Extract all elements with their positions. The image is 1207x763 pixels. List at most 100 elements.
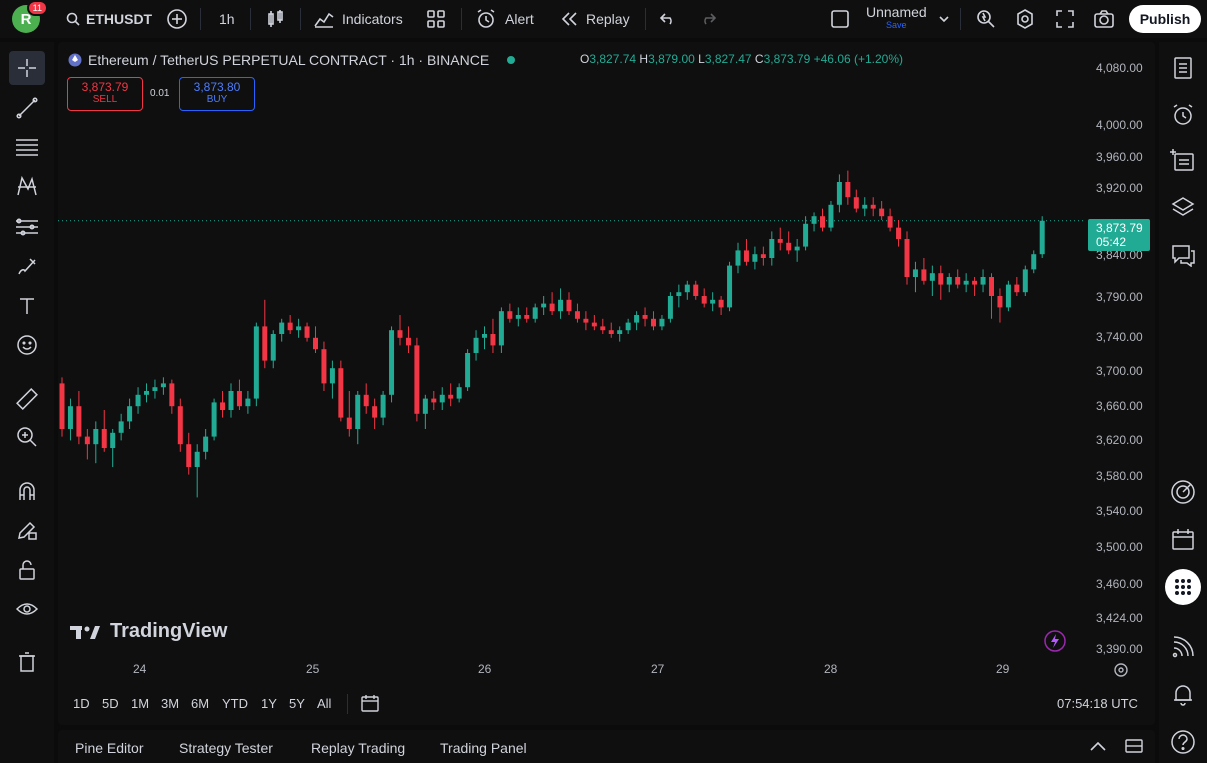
candle-body bbox=[177, 406, 183, 445]
tab-trading-panel[interactable]: Trading Panel bbox=[440, 740, 527, 756]
symbol-title[interactable]: Ethereum / TetherUS PERPETUAL CONTRACT ·… bbox=[88, 52, 489, 68]
collapse-panel-button[interactable] bbox=[1088, 738, 1108, 759]
candle-body bbox=[684, 284, 690, 293]
range-button-5y[interactable]: 5Y bbox=[289, 696, 305, 711]
products-button[interactable] bbox=[1165, 569, 1201, 605]
open-label: O bbox=[580, 52, 590, 66]
maximize-icon bbox=[1125, 739, 1143, 753]
candle bbox=[1005, 280, 1011, 312]
buy-label: BUY bbox=[206, 94, 228, 105]
chart-legend: Ethereum / TetherUS PERPETUAL CONTRACT ·… bbox=[68, 50, 516, 70]
zoom-tool[interactable] bbox=[9, 420, 45, 454]
tab-strategy-tester[interactable]: Strategy Tester bbox=[179, 740, 273, 756]
streams-button[interactable] bbox=[1165, 630, 1201, 664]
alerts-button[interactable] bbox=[1165, 98, 1201, 132]
range-button-1d[interactable]: 1D bbox=[73, 696, 90, 711]
fib-tool[interactable] bbox=[9, 130, 45, 164]
candle-body bbox=[752, 254, 758, 262]
divider bbox=[645, 8, 646, 30]
tab-replay-trading[interactable]: Replay Trading bbox=[311, 740, 405, 756]
chart-type-button[interactable] bbox=[267, 0, 285, 38]
candle bbox=[329, 360, 335, 399]
axis-settings-button[interactable] bbox=[1113, 662, 1129, 683]
indicators-button[interactable]: Indicators bbox=[314, 0, 403, 38]
gear-icon bbox=[1114, 663, 1128, 677]
maximize-panel-button[interactable] bbox=[1124, 738, 1144, 759]
pattern-icon bbox=[17, 175, 37, 196]
object-tree-button[interactable] bbox=[1165, 143, 1201, 177]
range-button-ytd[interactable]: YTD bbox=[222, 696, 248, 711]
snapshot-button[interactable] bbox=[1093, 0, 1115, 38]
lock-drawing-tool[interactable] bbox=[9, 513, 45, 547]
notifications-button[interactable] bbox=[1165, 677, 1201, 711]
candle-body bbox=[769, 239, 775, 258]
interval-button[interactable]: 1h bbox=[219, 0, 235, 38]
help-button[interactable] bbox=[1165, 725, 1201, 759]
redo-button[interactable] bbox=[700, 0, 716, 38]
zoom-in-icon bbox=[17, 427, 37, 447]
sell-button[interactable]: 3,873.79 SELL bbox=[67, 77, 143, 111]
tab-pine-editor[interactable]: Pine Editor bbox=[75, 740, 143, 756]
range-button-1y[interactable]: 1Y bbox=[261, 696, 277, 711]
range-button-5d[interactable]: 5D bbox=[102, 696, 119, 711]
layout-name-button[interactable]: Unnamed Save bbox=[866, 4, 927, 30]
settings-button[interactable] bbox=[1014, 0, 1036, 38]
brush-tool[interactable] bbox=[9, 249, 45, 283]
chats-button[interactable] bbox=[1165, 238, 1201, 272]
icon-tool[interactable] bbox=[9, 328, 45, 362]
candle bbox=[541, 296, 547, 315]
compare-button[interactable] bbox=[166, 0, 188, 38]
avatar[interactable]: R 11 bbox=[12, 0, 48, 33]
hide-tool[interactable] bbox=[9, 592, 45, 626]
calendar-button[interactable] bbox=[1165, 522, 1201, 556]
candle bbox=[836, 174, 842, 213]
candle bbox=[870, 197, 876, 217]
candle-body bbox=[507, 311, 513, 319]
candle bbox=[980, 269, 986, 293]
magnet-tool[interactable] bbox=[9, 474, 45, 508]
layout-button[interactable] bbox=[830, 0, 850, 38]
candle-body bbox=[405, 337, 411, 346]
layers-button[interactable] bbox=[1165, 190, 1201, 224]
trend-line-tool[interactable] bbox=[9, 91, 45, 125]
crosshair-icon bbox=[18, 59, 36, 77]
publish-button[interactable]: Publish bbox=[1129, 5, 1201, 33]
range-button-3m[interactable]: 3M bbox=[161, 696, 179, 711]
range-button-6m[interactable]: 6M bbox=[191, 696, 209, 711]
layers-icon bbox=[1171, 197, 1195, 216]
lightning-button[interactable] bbox=[1043, 629, 1067, 658]
layout-menu-button[interactable] bbox=[938, 0, 950, 38]
templates-button[interactable] bbox=[427, 0, 445, 38]
utc-clock[interactable]: 07:54:18 UTC bbox=[1057, 696, 1138, 711]
candle-body bbox=[912, 269, 918, 277]
candle bbox=[389, 326, 395, 403]
measure-tool[interactable] bbox=[9, 382, 45, 416]
fullscreen-icon bbox=[1056, 10, 1074, 28]
replay-button[interactable]: Replay bbox=[560, 0, 630, 38]
alert-button[interactable]: Alert bbox=[475, 0, 534, 38]
text-tool[interactable] bbox=[9, 289, 45, 323]
buy-button[interactable]: 3,873.80 BUY bbox=[179, 77, 255, 111]
candle bbox=[194, 444, 200, 498]
quick-search-button[interactable] bbox=[975, 0, 997, 38]
range-button-1m[interactable]: 1M bbox=[131, 696, 149, 711]
candle bbox=[625, 318, 631, 334]
crosshair-tool[interactable] bbox=[9, 51, 45, 85]
ideas-button[interactable] bbox=[1165, 475, 1201, 509]
forecast-tool[interactable] bbox=[9, 210, 45, 244]
range-button-all[interactable]: All bbox=[317, 696, 331, 711]
watchlist-button[interactable] bbox=[1165, 51, 1201, 85]
candle bbox=[853, 189, 859, 213]
candle bbox=[135, 387, 141, 414]
undo-button[interactable] bbox=[660, 0, 676, 38]
market-status-dot[interactable] bbox=[507, 56, 516, 64]
pattern-tool[interactable] bbox=[9, 169, 45, 203]
high-label: H bbox=[639, 52, 649, 66]
remove-tool[interactable] bbox=[9, 645, 45, 679]
lock-all-tool[interactable] bbox=[9, 553, 45, 587]
tradingview-watermark[interactable]: TradingView bbox=[70, 620, 227, 643]
candle bbox=[127, 398, 133, 429]
goto-date-button[interactable] bbox=[360, 693, 380, 718]
symbol-search-button[interactable]: ETHUSDT bbox=[66, 0, 152, 38]
fullscreen-button[interactable] bbox=[1055, 0, 1075, 38]
